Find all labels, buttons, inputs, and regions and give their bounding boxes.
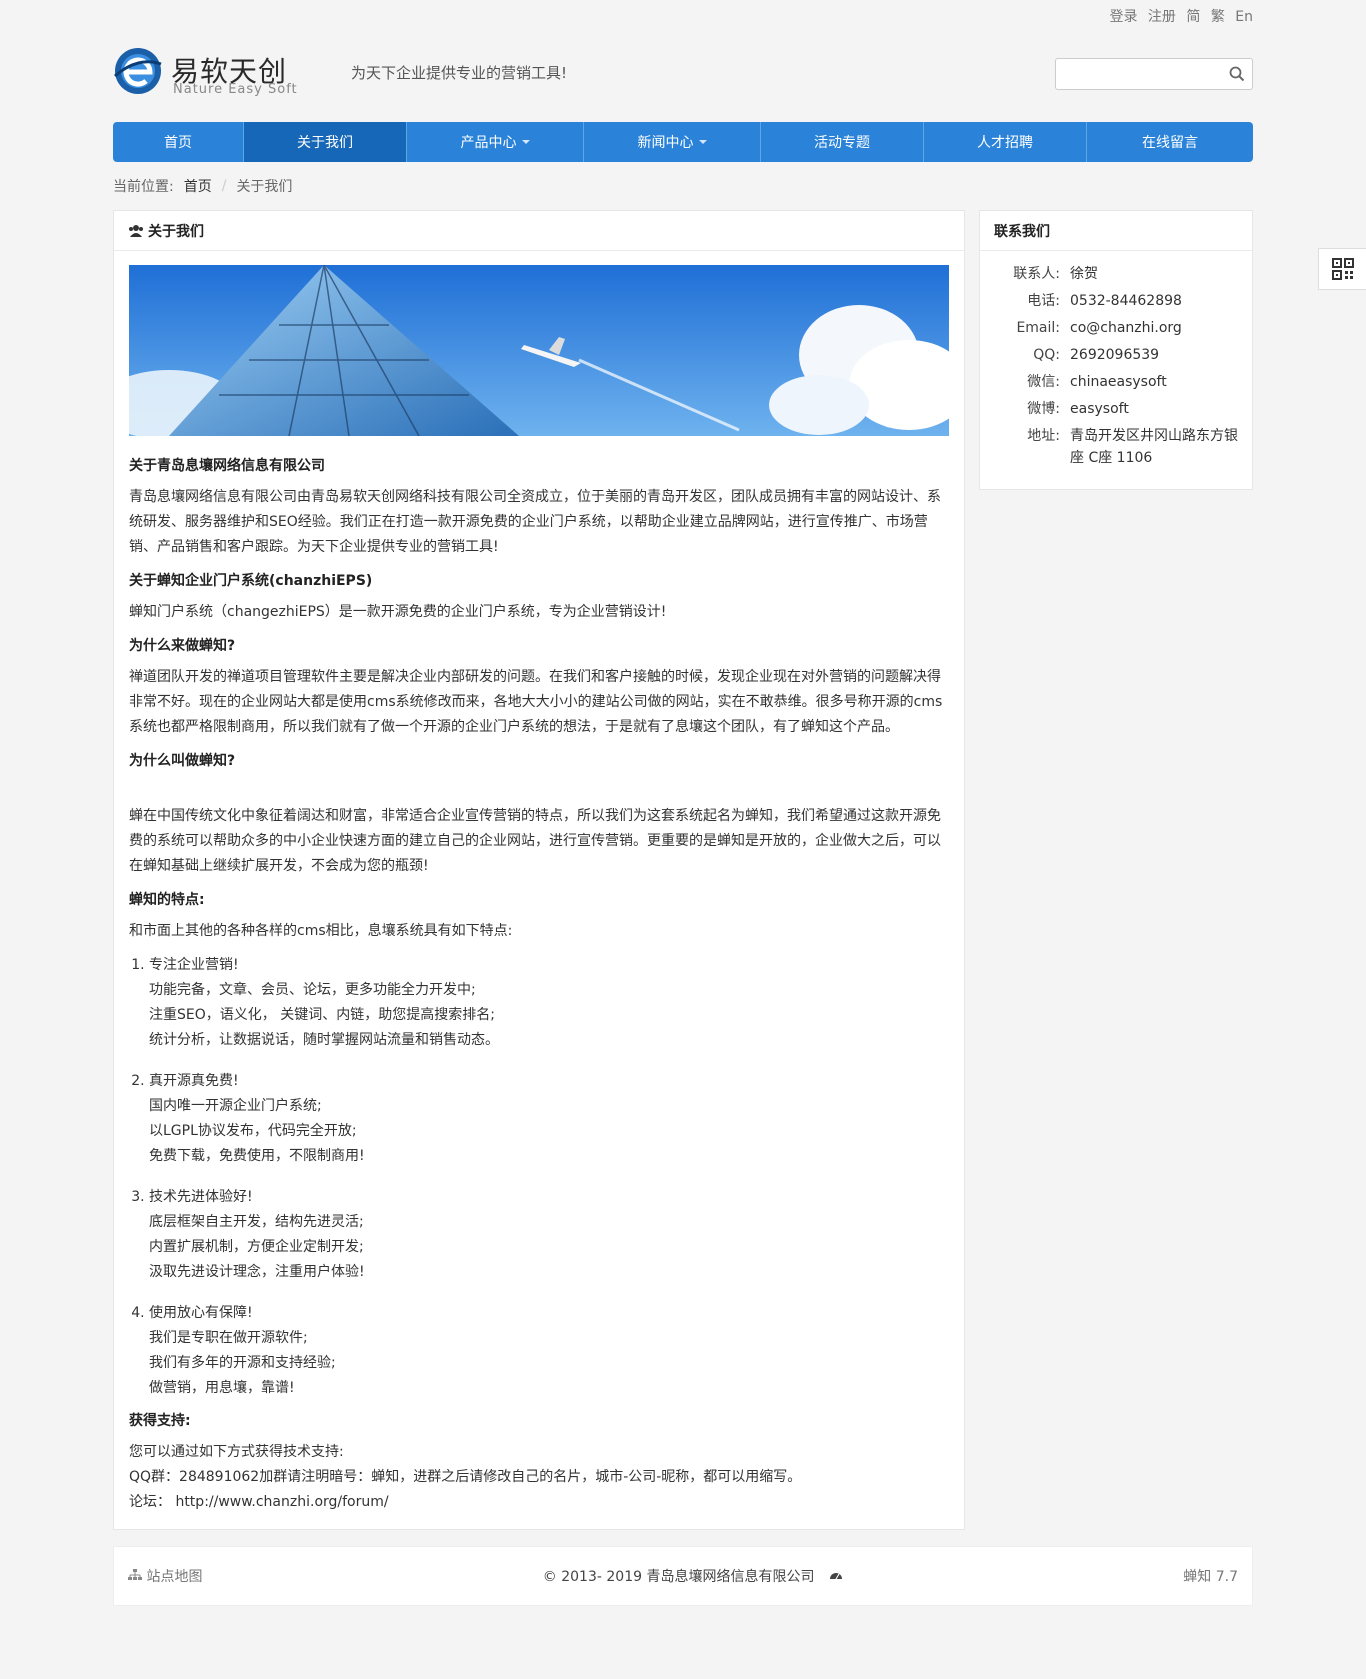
slogan: 为天下企业提供专业的营销工具!: [351, 64, 568, 82]
nav-jobs[interactable]: 人才招聘: [924, 122, 1087, 162]
search-icon[interactable]: [1228, 65, 1246, 83]
copyright: © 2013- 2019 青岛息壤网络信息有限公司: [543, 1566, 843, 1586]
content-header: 关于我们: [114, 211, 964, 251]
powered-by-link[interactable]: 蝉知 7.7: [1183, 1566, 1238, 1586]
breadcrumb-separator: /: [221, 178, 227, 194]
feature-item: 技术先进体验好! 底层框架自主开发，结构先进灵活; 内置扩展机制，方便企业定制开…: [149, 1185, 949, 1285]
feature-item: 使用放心有保障! 我们是专职在做开源软件; 我们有多年的开源和支持经验; 做营销…: [149, 1301, 949, 1401]
breadcrumb-current: 关于我们: [236, 179, 293, 195]
section-text: 青岛息壤网络信息有限公司由青岛易软天创网络科技有限公司全资成立，位于美丽的青岛开…: [129, 489, 941, 555]
section-text: 蝉在中国传统文化中象征着阔达和财富，非常适合企业宣传营销的特点，所以我们为这套系…: [129, 808, 941, 874]
contact-header: 联系我们: [980, 211, 1252, 251]
qrcode-toggle[interactable]: [1318, 248, 1366, 290]
banner-image: [129, 265, 949, 436]
content-title: 关于我们: [148, 223, 204, 240]
contact-panel: 联系我们 联系人: 徐贺 电话: 0532-84462898 Email: co@ch…: [979, 210, 1253, 490]
dashboard-icon[interactable]: [829, 1569, 843, 1581]
contact-list: 联系人: 徐贺 电话: 0532-84462898 Email: co@chanzhi…: [980, 251, 1252, 489]
main: 关于我们 关于青岛息壤网络信息有限公司 青岛息壤网络信息有限公司由青岛易软天创网…: [113, 210, 1253, 1530]
contact-title: 联系我们: [994, 223, 1050, 240]
support-forum[interactable]: 论坛： http://www.chanzhi.org/forum/: [129, 1490, 949, 1515]
contact-row: Email: co@chanzhi.org: [1016, 320, 1182, 336]
support-heading: 获得支持:: [129, 1413, 191, 1429]
logo-en-text: Nature Easy Soft: [173, 82, 298, 97]
english-link[interactable]: En: [1235, 9, 1253, 25]
section-heading: 关于蝉知企业门户系统(chanzhiEPS): [129, 573, 373, 589]
header: 易软天创 Nature Easy Soft 为天下企业提供专业的营销工具!: [113, 30, 1253, 120]
topbar: 登录 注册 简 繁 En: [113, 0, 1253, 30]
chevron-down-icon: [698, 140, 707, 144]
content-panel: 关于我们 关于青岛息壤网络信息有限公司 青岛息壤网络信息有限公司由青岛易软天创网…: [113, 210, 965, 1530]
section-heading: 为什么来做蝉知?: [129, 638, 236, 654]
section-text: 蝉知门户系统（changezhiEPS）是一款开源免费的企业门户系统，专为企业营…: [129, 604, 667, 620]
qrcode-icon: [1331, 258, 1354, 280]
simplified-chinese-link[interactable]: 简: [1186, 9, 1200, 25]
search-box: [1055, 58, 1253, 90]
footer: 站点地图 © 2013- 2019 青岛息壤网络信息有限公司 蝉知 7.7: [113, 1546, 1253, 1606]
section-text: 禅道团队开发的禅道项目管理软件主要是解决企业内部研发的问题。在我们和客户接触的时…: [129, 669, 943, 735]
top-links: 登录 注册 简 繁 En: [1103, 6, 1253, 26]
feature-item: 真开源真免费! 国内唯一开源企业门户系统; 以LGPL协议发布，代码完全开放; …: [149, 1069, 949, 1169]
logo[interactable]: 易软天创 Nature Easy Soft: [113, 46, 313, 100]
nav-news[interactable]: 新闻中心: [584, 122, 761, 162]
users-icon: [129, 224, 143, 237]
contact-row: 电话: 0532-84462898: [1027, 293, 1182, 309]
nav-about[interactable]: 关于我们: [244, 122, 407, 162]
breadcrumb: 当前位置: 首页 / 关于我们: [113, 162, 1253, 210]
support-line: 您可以通过如下方式获得技术支持:: [129, 1444, 344, 1460]
chevron-down-icon: [521, 140, 530, 144]
logo-e-icon: [114, 48, 162, 94]
login-link[interactable]: 登录: [1109, 9, 1137, 25]
section-heading: 为什么叫做蝉知?: [129, 753, 236, 769]
contact-row: 微信: chinaeasysoft: [1027, 374, 1167, 390]
nav-message[interactable]: 在线留言: [1087, 122, 1253, 162]
nav-activities[interactable]: 活动专题: [761, 122, 924, 162]
register-link[interactable]: 注册: [1148, 9, 1176, 25]
contact-row: QQ: 2692096539: [1033, 347, 1160, 363]
contact-row: 微博: easysoft: [1027, 401, 1129, 417]
sitemap-link[interactable]: 站点地图: [128, 1566, 202, 1586]
section-heading: 关于青岛息壤网络信息有限公司: [129, 458, 325, 474]
main-nav: 首页 关于我们 产品中心 新闻中心 活动专题 人才招聘 在线留言: [113, 122, 1253, 162]
breadcrumb-prefix: 当前位置:: [113, 179, 174, 195]
traditional-chinese-link[interactable]: 繁: [1211, 9, 1225, 25]
features-heading: 蝉知的特点:: [129, 892, 205, 908]
features-intro: 和市面上其他的各种各样的cms相比，息壤系统具有如下特点:: [129, 923, 513, 939]
nav-home[interactable]: 首页: [113, 122, 244, 162]
feature-item: 专注企业营销! 功能完备，文章、会员、论坛，更多功能全力开发中; 注重SEO，语…: [149, 953, 949, 1053]
content-body: 关于青岛息壤网络信息有限公司 青岛息壤网络信息有限公司由青岛易软天创网络科技有限…: [114, 251, 964, 1529]
sitemap-icon: [128, 1569, 142, 1580]
features-list: 专注企业营销! 功能完备，文章、会员、论坛，更多功能全力开发中; 注重SEO，语…: [149, 953, 949, 1401]
article: 关于青岛息壤网络信息有限公司 青岛息壤网络信息有限公司由青岛易软天创网络科技有限…: [129, 454, 949, 1515]
breadcrumb-home[interactable]: 首页: [184, 176, 212, 196]
support-qq: QQ群：284891062加群请注明暗号：蝉知，进群之后请修改自己的名片，城市-…: [129, 1469, 802, 1485]
nav-products[interactable]: 产品中心: [407, 122, 584, 162]
contact-row: 联系人: 徐贺: [1013, 266, 1098, 282]
contact-row: 地址: 青岛开发区井冈山路东方银座 C座 1106: [1027, 428, 1238, 466]
search-input[interactable]: [1056, 59, 1216, 89]
